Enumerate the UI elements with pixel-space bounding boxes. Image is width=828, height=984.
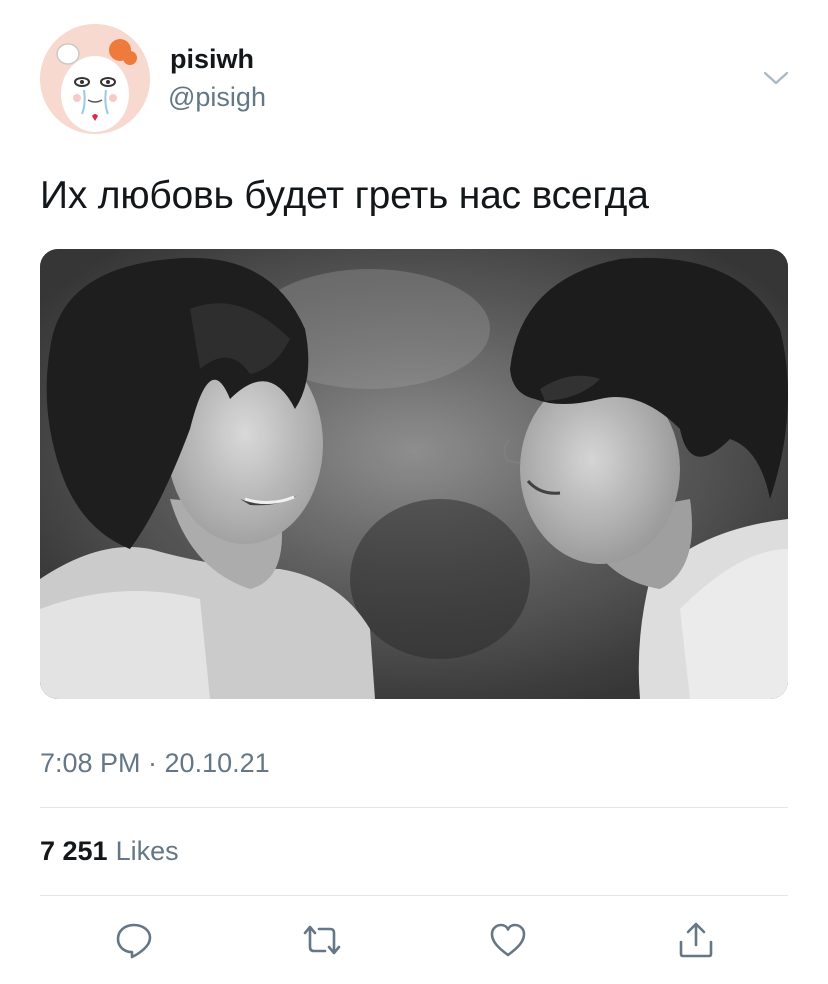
hamster-avatar-icon: [40, 24, 150, 134]
tweet-text: Их любовь будет греть нас всегда: [40, 174, 649, 217]
author-display-name[interactable]: pisiwh: [170, 44, 254, 75]
avatar[interactable]: [40, 24, 150, 134]
share-button[interactable]: [674, 918, 718, 962]
author-handle[interactable]: @pisigh: [168, 82, 266, 113]
speech-bubble-icon: [116, 923, 152, 959]
heart-icon: [490, 923, 526, 957]
share-upload-icon: [679, 922, 713, 958]
tweet-photo[interactable]: [40, 249, 788, 699]
likes-count: 7 251: [40, 836, 108, 866]
more-options-button[interactable]: [762, 66, 790, 90]
tweet-timestamp[interactable]: 7:08 PM · 20.10.21: [40, 748, 270, 779]
divider: [40, 895, 788, 896]
tweet-detail: pisiwh @pisigh Их любовь будет греть нас…: [0, 0, 828, 984]
tweet-action-bar: [0, 912, 828, 972]
like-button[interactable]: [486, 918, 530, 962]
likes-label: Likes: [115, 836, 179, 866]
retweet-arrows-icon: [303, 925, 341, 955]
retweet-button[interactable]: [300, 918, 344, 962]
photo-image: [40, 249, 788, 699]
divider: [40, 807, 788, 808]
likes-stat[interactable]: 7 251 Likes: [40, 836, 179, 867]
chevron-down-icon: [763, 71, 789, 85]
reply-button[interactable]: [112, 918, 156, 962]
